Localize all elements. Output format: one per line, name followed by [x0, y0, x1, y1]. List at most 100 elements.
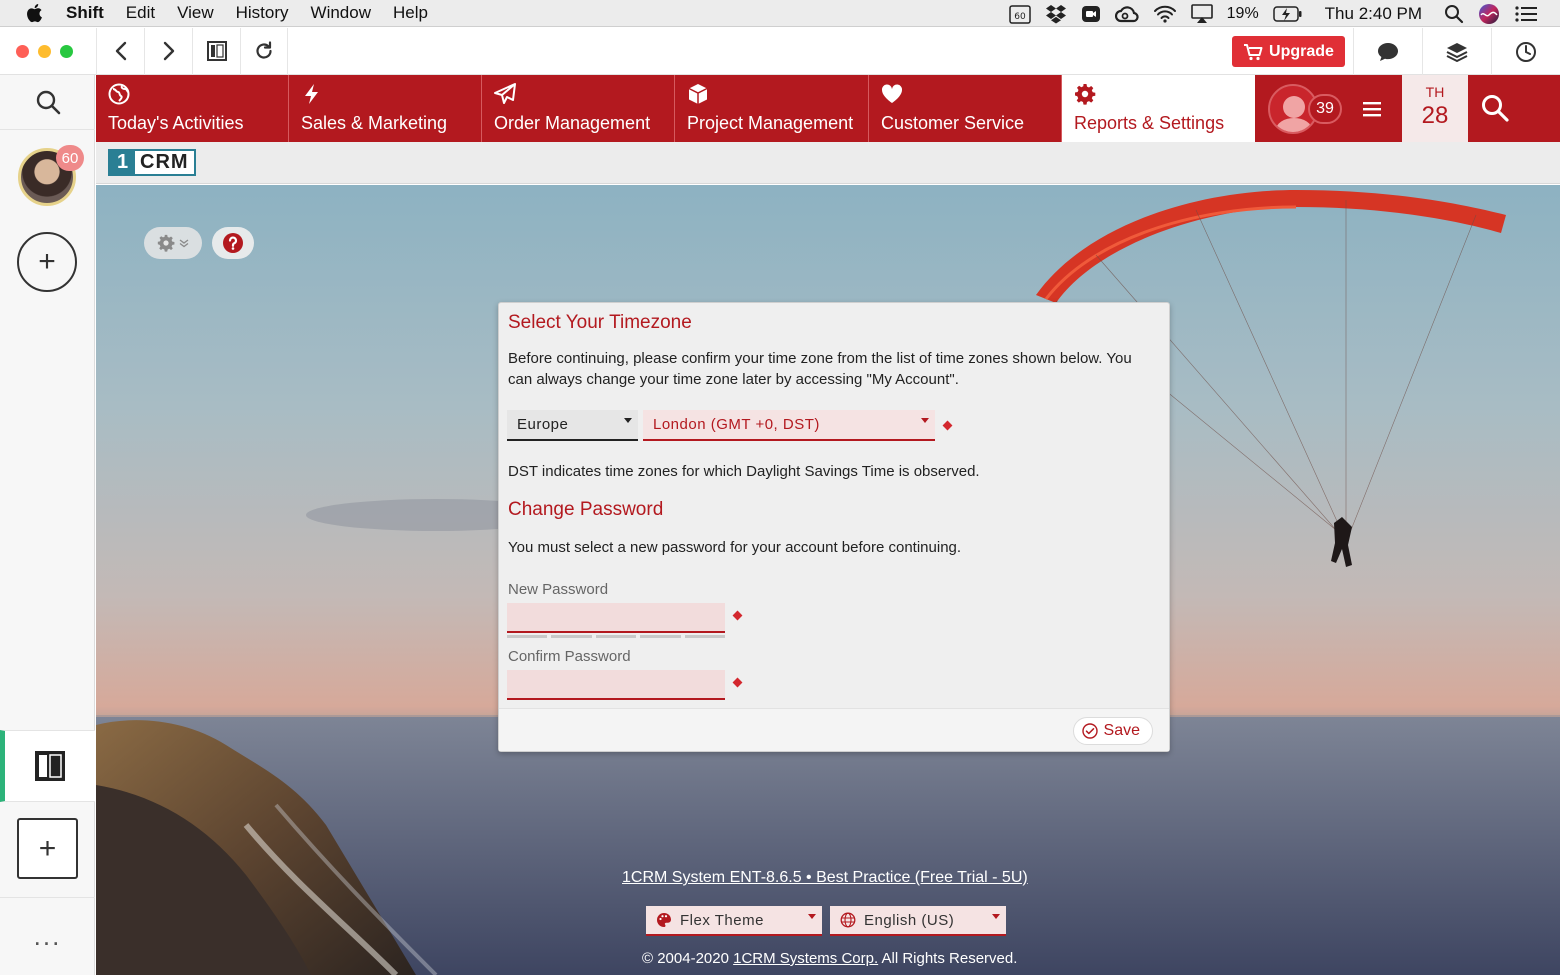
apple-logo[interactable] — [26, 3, 44, 23]
system-version-link[interactable]: 1CRM System ENT-8.6.5 • Best Practice (F… — [622, 869, 1028, 887]
search-icon[interactable] — [1480, 93, 1510, 123]
airplay-icon[interactable] — [1190, 3, 1213, 24]
theme-select[interactable]: Flex Theme — [646, 906, 822, 936]
cal60-icon[interactable]: 60 — [1008, 4, 1031, 24]
dock-app-1crm[interactable] — [0, 730, 95, 802]
upgrade-button[interactable]: Upgrade — [1232, 36, 1345, 67]
language-value: English (US) — [864, 911, 955, 929]
copyright-prefix: © 2004-2020 — [642, 950, 729, 967]
1crm-logo[interactable]: 1 CRM — [108, 149, 196, 176]
globe-icon — [840, 912, 856, 928]
caret-down-icon — [921, 418, 929, 423]
menu-app-name[interactable]: Shift — [66, 3, 104, 23]
check-circle-icon — [1081, 723, 1098, 739]
dock-search-button[interactable] — [0, 75, 95, 130]
search-icon — [36, 90, 60, 115]
macos-menu-bar: Shift Edit View History Window Help 60 1… — [0, 0, 1560, 27]
menu-history[interactable]: History — [236, 3, 289, 23]
spotlight-icon[interactable] — [1444, 4, 1464, 24]
tab-project-management[interactable]: Project Management — [675, 75, 869, 142]
company-link[interactable]: 1CRM Systems Corp. — [733, 950, 878, 967]
globe-icon — [108, 83, 130, 105]
calendar-date-button[interactable]: TH 28 — [1402, 75, 1468, 142]
browser-toolbar: Upgrade — [0, 27, 1560, 75]
history-clock-button[interactable] — [1491, 28, 1560, 75]
tab-reports-settings[interactable]: Reports & Settings — [1062, 75, 1255, 142]
tab-customer-service[interactable]: Customer Service — [869, 75, 1062, 142]
1crm-app-icon — [35, 751, 65, 781]
wifi-icon[interactable] — [1153, 4, 1177, 24]
notification-count-badge[interactable]: 39 — [1308, 94, 1342, 124]
new-password-input[interactable] — [507, 603, 725, 633]
forward-icon — [163, 41, 174, 61]
question-circle-icon — [223, 233, 243, 253]
confirm-password-input[interactable] — [507, 670, 725, 700]
palette-icon — [657, 913, 671, 927]
menu-view[interactable]: View — [177, 3, 214, 23]
plus-icon: + — [38, 245, 56, 278]
add-account-button[interactable]: + — [17, 232, 77, 292]
siri-icon[interactable] — [1478, 3, 1500, 25]
paper-plane-icon — [494, 83, 516, 104]
dialog-footer: Save — [499, 708, 1169, 751]
date-day-number: 28 — [1421, 102, 1449, 129]
logo-number: 1 — [110, 151, 135, 174]
tab-label: Sales & Marketing — [301, 113, 448, 133]
dropbox-icon[interactable] — [1045, 4, 1067, 24]
timezone-intro-text: Before continuing, please confirm your t… — [508, 350, 1132, 388]
page-tools-button[interactable] — [144, 227, 202, 259]
layers-button[interactable] — [1422, 28, 1491, 75]
minimize-window-button[interactable] — [38, 44, 51, 58]
menu-window[interactable]: Window — [311, 3, 371, 23]
timezone-city-select[interactable]: London (GMT +0, DST) — [643, 410, 935, 441]
window-controls — [16, 44, 96, 58]
city-value: London (GMT +0, DST) — [653, 416, 820, 433]
dock-more-button[interactable]: ... — [0, 897, 95, 975]
notification-list-icon[interactable] — [1514, 4, 1538, 24]
battery-percent: 19% — [1226, 4, 1259, 22]
tab-label: Reports & Settings — [1074, 113, 1225, 133]
dst-note-text: DST indicates time zones for which Dayli… — [508, 463, 980, 480]
caret-down-icon — [808, 914, 816, 919]
chat-button[interactable] — [1353, 28, 1422, 75]
tab-todays-activities[interactable]: Today's Activities — [96, 75, 289, 142]
zoom-window-button[interactable] — [60, 44, 73, 58]
app-home-button[interactable] — [192, 27, 240, 75]
heart-icon — [881, 84, 903, 103]
add-app-button[interactable]: + — [17, 818, 78, 879]
required-marker-icon — [732, 677, 743, 688]
logo-bar: 1 CRM — [96, 142, 1560, 184]
language-select[interactable]: English (US) — [830, 906, 1006, 936]
plus-icon: + — [38, 831, 57, 865]
chevron-down-icon — [179, 239, 189, 248]
cube-icon — [688, 84, 708, 104]
reload-button[interactable] — [240, 27, 288, 75]
copyright-text: © 2004-2020 1CRM Systems Corp. All Right… — [642, 950, 1017, 967]
tab-sales-marketing[interactable]: Sales & Marketing — [289, 75, 482, 142]
new-password-label: New Password — [508, 581, 609, 598]
avatar-notification-badge: 60 — [56, 145, 84, 171]
required-marker-icon — [732, 610, 743, 621]
tab-order-management[interactable]: Order Management — [482, 75, 675, 142]
creative-cloud-icon[interactable] — [1114, 4, 1139, 24]
menu-edit[interactable]: Edit — [126, 3, 155, 23]
menu-help[interactable]: Help — [393, 3, 428, 23]
camera-icon[interactable] — [1081, 4, 1101, 24]
gear-icon — [1075, 84, 1096, 105]
save-label: Save — [1103, 722, 1140, 739]
tab-label: Project Management — [687, 113, 854, 133]
back-button[interactable] — [96, 27, 144, 75]
tab-label: Today's Activities — [108, 113, 244, 133]
tab-label: Customer Service — [881, 113, 1025, 133]
battery-icon[interactable] — [1272, 5, 1303, 23]
hamburger-menu-icon[interactable] — [1358, 95, 1386, 123]
confirm-password-label: Confirm Password — [508, 648, 631, 665]
save-button[interactable]: Save — [1072, 717, 1153, 745]
timezone-region-select[interactable]: Europe — [507, 410, 638, 441]
close-window-button[interactable] — [16, 44, 29, 58]
help-button[interactable] — [212, 227, 254, 259]
menubar-clock[interactable]: Thu 2:40 PM — [1325, 4, 1422, 24]
forward-button[interactable] — [144, 27, 192, 75]
tab-label: Order Management — [494, 113, 651, 133]
password-strength-meter — [507, 635, 726, 638]
